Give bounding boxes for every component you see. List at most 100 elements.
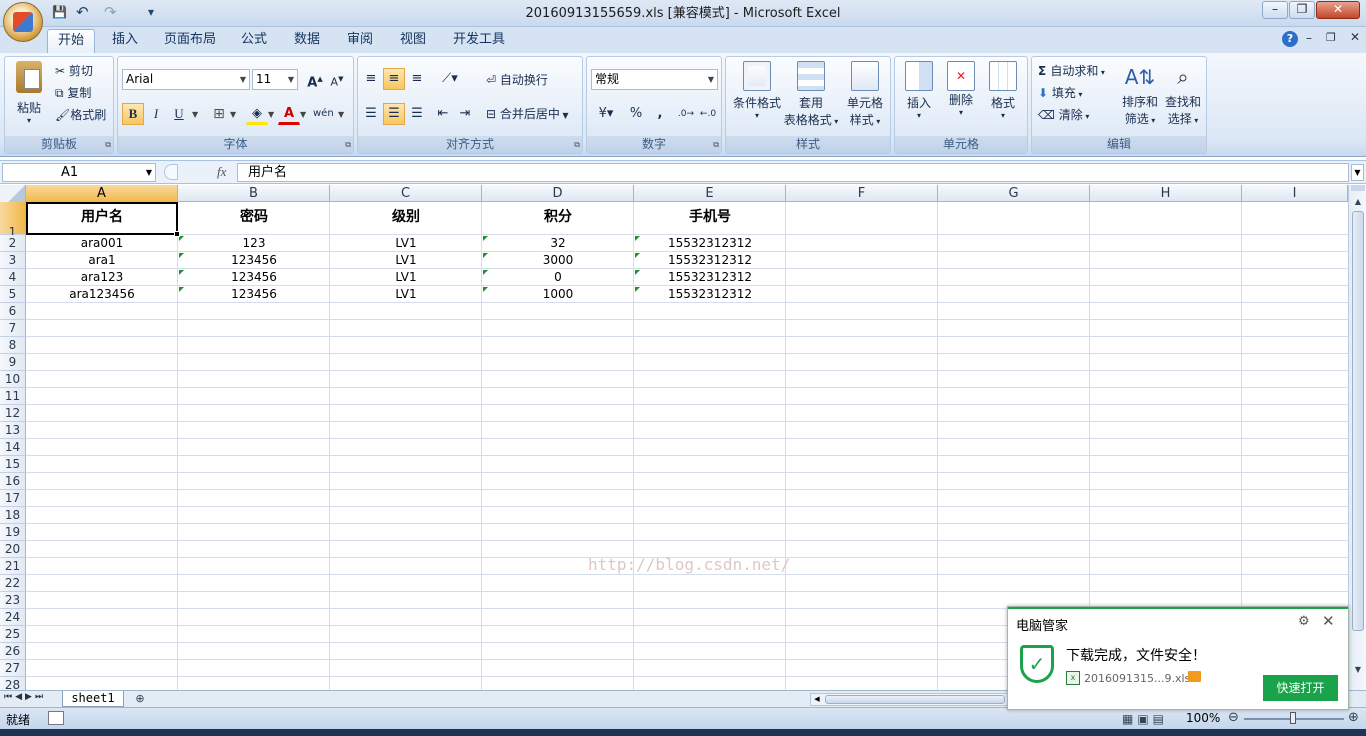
scroll-up-icon[interactable]: ▲	[1351, 195, 1365, 209]
column-header-c[interactable]: C	[330, 185, 482, 202]
fill-color-icon[interactable]: ◈	[246, 103, 268, 125]
dialog-launcher-icon[interactable]: ⧉	[713, 140, 719, 150]
row-header-3[interactable]: 3	[0, 252, 26, 269]
customize-toolbar-icon[interactable]: ▾	[148, 5, 154, 21]
row-header-18[interactable]: 18	[0, 507, 26, 524]
row-header-23[interactable]: 23	[0, 592, 26, 609]
tab-formulas[interactable]: 公式	[231, 29, 277, 53]
column-header-h[interactable]: H	[1090, 185, 1242, 202]
table-cell[interactable]: 123456	[178, 269, 330, 286]
orientation-icon[interactable]: ⟋▾	[434, 68, 466, 90]
redo-icon[interactable]: ↷	[104, 3, 117, 21]
zoom-in-icon[interactable]: ⊕	[1348, 710, 1359, 725]
conditional-formatting-button[interactable]: 条件格式 ▾	[730, 61, 784, 120]
align-left-icon[interactable]: ☰	[360, 103, 382, 125]
tab-data[interactable]: 数据	[284, 29, 330, 53]
error-indicator-icon[interactable]	[179, 287, 184, 292]
fill-handle[interactable]	[174, 231, 180, 237]
row-header-27[interactable]: 27	[0, 660, 26, 677]
sheet-tab-sheet1[interactable]: sheet1	[62, 691, 124, 707]
ribbon-close-button[interactable]: ✕	[1350, 30, 1360, 44]
chevron-down-icon[interactable]: ▼	[338, 110, 344, 119]
underline-button[interactable]: U	[168, 103, 190, 125]
vertical-scrollbar[interactable]: ▲ ▼	[1348, 185, 1366, 690]
quick-open-button[interactable]: 快速打开	[1263, 675, 1338, 701]
table-cell[interactable]: 15532312312	[634, 235, 786, 252]
formula-input[interactable]: 用户名	[237, 163, 1349, 182]
row-header-8[interactable]: 8	[0, 337, 26, 354]
zoom-level[interactable]: 100%	[1186, 711, 1220, 725]
table-cell[interactable]: LV1	[330, 269, 482, 286]
row-header-22[interactable]: 22	[0, 575, 26, 592]
insert-cells-button[interactable]: 插入 ▾	[899, 61, 939, 120]
gear-icon[interactable]: ⚙	[1298, 614, 1310, 629]
header-cell[interactable]: 密码	[178, 202, 330, 233]
table-cell[interactable]: ara123456	[26, 286, 178, 303]
error-indicator-icon[interactable]	[179, 253, 184, 258]
name-box[interactable]: A1 ▼	[2, 163, 156, 182]
table-cell[interactable]: 3000	[482, 252, 634, 269]
increase-indent-icon[interactable]: ⇥	[454, 103, 476, 125]
row-header-7[interactable]: 7	[0, 320, 26, 337]
table-cell[interactable]: 32	[482, 235, 634, 252]
row-header-1[interactable]: 1	[0, 202, 26, 239]
horizontal-scroll-thumb[interactable]	[825, 695, 1005, 704]
formula-bar-resize-handle[interactable]	[164, 164, 178, 180]
row-header-2[interactable]: 2	[0, 235, 26, 252]
row-header-10[interactable]: 10	[0, 371, 26, 388]
select-all-button[interactable]	[0, 185, 26, 202]
error-indicator-icon[interactable]	[483, 236, 488, 241]
error-indicator-icon[interactable]	[179, 270, 184, 275]
close-button[interactable]: ✕	[1316, 1, 1360, 19]
merge-center-button[interactable]: ⊟ 合并后居中 ▼	[486, 104, 569, 124]
zoom-out-icon[interactable]: ⊖	[1228, 710, 1239, 725]
bold-button[interactable]: B	[122, 103, 144, 125]
ribbon-minimize-button[interactable]: –	[1306, 31, 1312, 45]
column-header-b[interactable]: B	[178, 185, 330, 202]
tab-developer[interactable]: 开发工具	[443, 29, 515, 53]
macro-record-icon[interactable]	[48, 711, 64, 725]
row-header-11[interactable]: 11	[0, 388, 26, 405]
table-cell[interactable]: LV1	[330, 252, 482, 269]
column-header-a[interactable]: A	[26, 185, 178, 202]
table-cell[interactable]: 15532312312	[634, 269, 786, 286]
scroll-left-icon[interactable]: ◀	[811, 694, 823, 705]
minimize-button[interactable]: –	[1262, 1, 1288, 19]
table-cell[interactable]: LV1	[330, 235, 482, 252]
popup-file-name[interactable]: 2016091315...9.xls	[1084, 672, 1190, 685]
decrease-decimal-icon[interactable]: ←.0	[697, 103, 719, 125]
table-cell[interactable]: 123456	[178, 252, 330, 269]
cut-button[interactable]: ✂ 剪切	[55, 61, 93, 81]
dialog-launcher-icon[interactable]: ⧉	[105, 140, 111, 150]
error-indicator-icon[interactable]	[483, 253, 488, 258]
row-header-6[interactable]: 6	[0, 303, 26, 320]
tab-review[interactable]: 审阅	[337, 29, 383, 53]
error-indicator-icon[interactable]	[483, 270, 488, 275]
zoom-slider-thumb[interactable]	[1290, 712, 1296, 724]
chevron-down-icon[interactable]: ▼	[300, 110, 306, 119]
column-header-g[interactable]: G	[938, 185, 1090, 202]
chevron-down-icon[interactable]: ▼	[192, 110, 198, 119]
row-header-26[interactable]: 26	[0, 643, 26, 660]
number-format-select[interactable]: 常规 ▼	[591, 69, 718, 90]
row-header-25[interactable]: 25	[0, 626, 26, 643]
cell-styles-button[interactable]: 单元格 样式 ▾	[840, 61, 890, 128]
italic-button[interactable]: I	[145, 103, 167, 125]
ribbon-restore-button[interactable]: ❐	[1326, 31, 1336, 44]
table-cell[interactable]: 123	[178, 235, 330, 252]
close-icon[interactable]: ✕	[1322, 612, 1335, 630]
paste-button[interactable]: 粘贴 ▾	[9, 61, 49, 125]
tab-insert[interactable]: 插入	[102, 29, 148, 53]
vertical-scroll-thumb[interactable]	[1352, 211, 1364, 631]
format-painter-button[interactable]: 🖌格式刷	[55, 105, 106, 125]
find-select-button[interactable]: ⌕ 查找和 选择 ▾	[1162, 61, 1204, 127]
row-header-15[interactable]: 15	[0, 456, 26, 473]
column-header-d[interactable]: D	[482, 185, 634, 202]
tab-page-layout[interactable]: 页面布局	[154, 29, 226, 53]
table-cell[interactable]: 1000	[482, 286, 634, 303]
header-cell[interactable]: 积分	[482, 202, 634, 233]
row-header-17[interactable]: 17	[0, 490, 26, 507]
shrink-font-button[interactable]: A▼	[326, 68, 348, 90]
tab-home[interactable]: 开始	[47, 29, 96, 53]
row-header-20[interactable]: 20	[0, 541, 26, 558]
